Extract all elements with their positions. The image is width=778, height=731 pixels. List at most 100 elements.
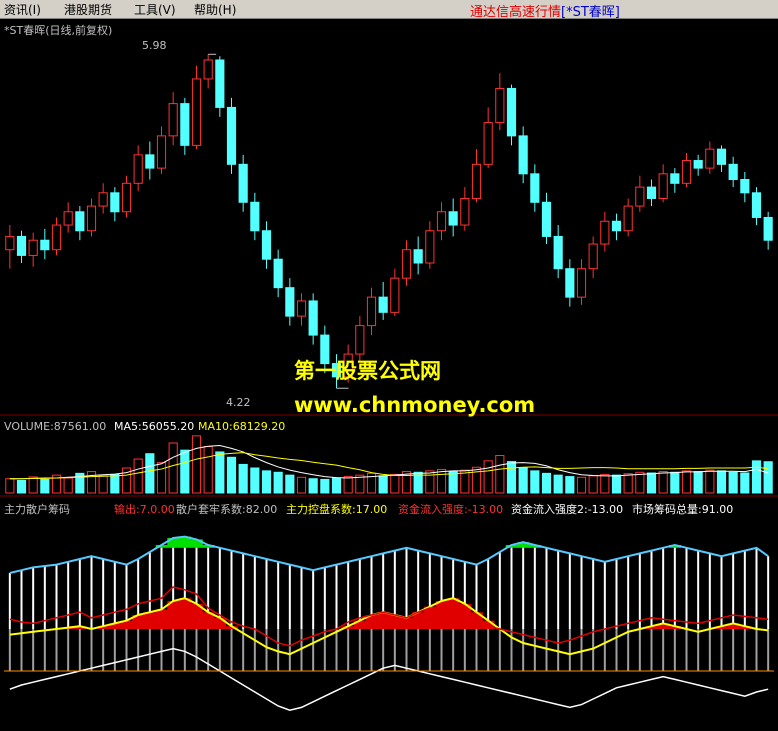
candle-body <box>28 239 38 256</box>
retail-trap-line <box>9 535 769 574</box>
candle-body <box>436 211 447 232</box>
candle-body <box>483 122 493 165</box>
volume-bar <box>28 476 38 494</box>
candle-body <box>238 163 248 203</box>
candle-body <box>285 287 295 317</box>
volume-bar <box>588 475 598 494</box>
volume-bar <box>98 475 108 494</box>
volume-bar <box>471 466 482 494</box>
menu-help[interactable]: 帮助(H) <box>194 1 236 18</box>
candle-body <box>541 201 552 237</box>
indicator-name: 主力散户筹码 <box>4 503 70 516</box>
volume-bar <box>553 474 563 494</box>
main-red-fill <box>447 598 460 629</box>
volume-bar <box>635 471 645 494</box>
candle-body <box>460 197 470 226</box>
volume-bar <box>565 476 575 494</box>
candle-body <box>110 192 120 213</box>
volume-bar <box>740 472 750 494</box>
candle-body <box>751 192 762 218</box>
app-title-prefix: 通达信高速行情 <box>470 5 562 20</box>
candle-body <box>261 230 272 260</box>
menu-hk-futures[interactable]: 港股期货 <box>64 1 112 18</box>
candle-body <box>576 268 587 298</box>
candle-body <box>635 186 645 207</box>
volume-bar <box>5 478 15 494</box>
volume-bar <box>40 478 50 494</box>
indicator-output: 输出:7.0.00 <box>114 503 175 516</box>
volume-bar <box>110 473 120 494</box>
volume-bar <box>716 470 727 494</box>
volume-bar <box>448 471 458 494</box>
volume-value: VOLUME:87561.00 <box>4 420 107 433</box>
volume-bar <box>296 476 307 494</box>
indicator-total-chips: 市场筹码总量:91.00 <box>632 503 734 516</box>
candle-body <box>215 59 225 108</box>
menu-tools[interactable]: 工具(V) <box>134 1 176 18</box>
candle-body <box>763 216 773 241</box>
volume-bar <box>168 442 178 494</box>
candle-body <box>705 148 715 169</box>
volume-bar <box>156 462 167 494</box>
volume-bar <box>203 446 213 494</box>
volume-bar <box>646 472 657 494</box>
volume-bar <box>226 456 237 494</box>
candle-body <box>250 201 260 232</box>
volume-bar <box>16 480 27 494</box>
candle-body <box>308 300 318 336</box>
candle-body <box>518 135 528 175</box>
menu-info[interactable]: 资讯(I) <box>4 1 41 18</box>
candle-body <box>168 103 178 137</box>
main-red-fill <box>155 609 168 629</box>
candle-body <box>273 258 283 289</box>
indicator-plot <box>4 535 774 711</box>
candle-body <box>133 154 143 184</box>
candle-body <box>75 211 85 232</box>
volume-bar <box>693 471 703 494</box>
watermark-url: www.chnmoney.com <box>294 393 536 417</box>
volume-bar <box>331 477 342 494</box>
indicator-retail-trap: 散户套牢系数:82.00 <box>176 503 278 516</box>
main-red-fill <box>144 612 157 629</box>
price-candles <box>5 53 773 389</box>
price-panel-title: *ST春晖(日线,前复权) <box>4 24 113 37</box>
volume-bar <box>623 473 633 494</box>
indicator-main-control: 主力控盘系数:17.00 <box>286 503 388 516</box>
main-red-fill <box>167 601 180 629</box>
candle-body <box>740 179 750 194</box>
volume-bar <box>378 475 388 494</box>
volume-bar <box>180 449 190 494</box>
chart-area[interactable]: *ST春晖(日线,前复权) 5.98 4.22 VOLUME:87561.00 … <box>0 19 778 731</box>
volume-bar <box>681 470 692 494</box>
main-red-fill <box>377 612 390 629</box>
candle-body <box>121 182 132 213</box>
candle-body <box>203 59 213 80</box>
candle-body <box>145 154 155 169</box>
candle-body <box>425 230 435 264</box>
candle-body <box>530 173 540 203</box>
app-title-stock: [*ST春晖] <box>561 5 620 20</box>
candle-body <box>448 211 458 226</box>
volume-bar <box>506 461 517 494</box>
volume-ma5: MA5:56055.20 <box>114 420 195 433</box>
candle-body <box>191 78 202 146</box>
candle-body <box>226 106 237 165</box>
menu-bar: 资讯(I) 港股期货 工具(V) 帮助(H) 通达信高速行情[*ST春晖] <box>0 0 778 20</box>
candle-body <box>670 173 680 184</box>
candle-body <box>5 235 15 251</box>
volume-bar <box>541 472 552 494</box>
volume-bar <box>436 468 447 494</box>
volume-bar <box>763 461 773 494</box>
high-price-label: 5.98 <box>142 39 167 52</box>
candle-body <box>180 103 190 146</box>
inflow-line <box>9 647 769 711</box>
main-red-fill <box>179 598 192 629</box>
candle-body <box>553 235 563 270</box>
main-red-fill <box>400 617 413 629</box>
candle-body <box>600 220 610 245</box>
low-price-label: 4.22 <box>226 396 251 409</box>
main-red-fill <box>214 617 227 629</box>
volume-bar <box>238 463 248 494</box>
volume-bar <box>751 460 762 494</box>
volume-bar <box>145 453 155 494</box>
